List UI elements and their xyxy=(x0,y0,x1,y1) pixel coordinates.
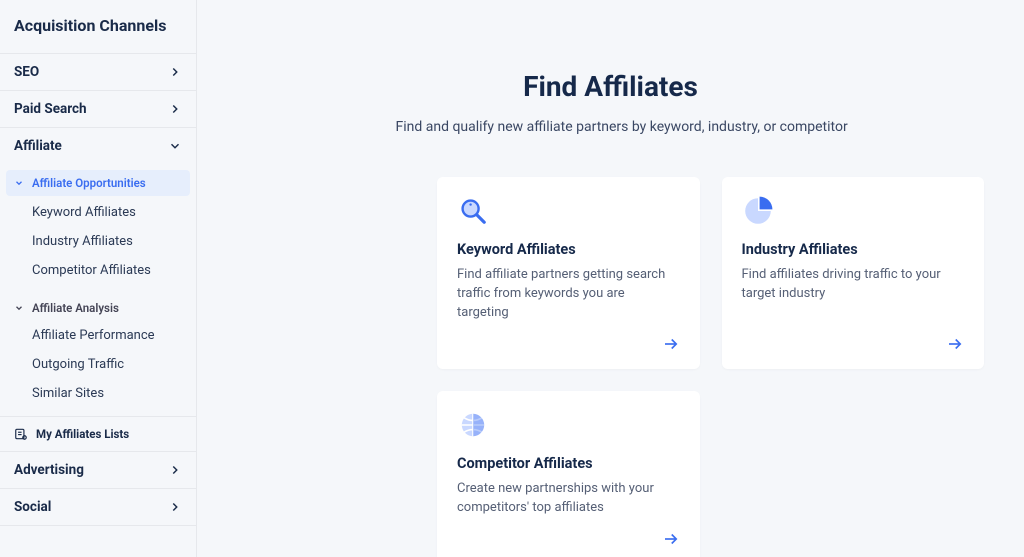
card-title: Keyword Affiliates xyxy=(457,241,680,258)
card-title: Industry Affiliates xyxy=(742,241,965,258)
subnav-link-industry-affiliates[interactable]: Industry Affiliates xyxy=(0,227,196,256)
card-keyword-affiliates[interactable]: Keyword Affiliates Find affiliate partne… xyxy=(437,177,700,369)
sidebar-title: Acquisition Channels xyxy=(0,10,196,53)
chevron-down-icon xyxy=(14,303,24,313)
card-desc: Create new partnerships with your compet… xyxy=(457,480,680,518)
card-industry-affiliates[interactable]: Industry Affiliates Find affiliates driv… xyxy=(722,177,985,369)
subnav-link-similar-sites[interactable]: Similar Sites xyxy=(0,379,196,408)
chevron-right-icon xyxy=(168,463,182,477)
hero: Find Affiliates Find and qualify new aff… xyxy=(301,70,921,137)
card-desc: Find affiliates driving traffic to your … xyxy=(742,266,965,323)
sidebar-item-label: My Affiliates Lists xyxy=(36,427,129,441)
sidebar-item-label: SEO xyxy=(14,64,39,80)
page-title: Find Affiliates xyxy=(301,70,921,103)
sidebar-item-advertising[interactable]: Advertising xyxy=(0,451,196,488)
card-competitor-affiliates[interactable]: Competitor Affiliates Create new partner… xyxy=(437,391,700,557)
subnav-link-outgoing-traffic[interactable]: Outgoing Traffic xyxy=(0,350,196,379)
arrow-right-icon xyxy=(946,335,964,353)
sidebar-item-my-affiliates-lists[interactable]: My Affiliates Lists xyxy=(0,416,196,451)
globe-icon xyxy=(457,409,489,441)
subnav-link-keyword-affiliates[interactable]: Keyword Affiliates xyxy=(0,198,196,227)
search-icon xyxy=(457,195,489,227)
chevron-right-icon xyxy=(168,65,182,79)
arrow-right-icon xyxy=(662,335,680,353)
subnav-header-analysis[interactable]: Affiliate Analysis xyxy=(0,295,196,321)
affiliate-subnav: Affiliate Opportunities Keyword Affiliat… xyxy=(0,164,196,416)
card-title: Competitor Affiliates xyxy=(457,455,680,472)
sidebar-item-paid-search[interactable]: Paid Search xyxy=(0,90,196,127)
chevron-right-icon xyxy=(168,102,182,116)
list-icon xyxy=(14,427,28,441)
subnav-link-affiliate-performance[interactable]: Affiliate Performance xyxy=(0,321,196,350)
chevron-right-icon xyxy=(168,500,182,514)
sidebar: Acquisition Channels SEO Paid Search Aff… xyxy=(0,0,197,557)
subnav-header-opportunities[interactable]: Affiliate Opportunities xyxy=(6,170,190,196)
page-subtitle: Find and qualify new affiliate partners … xyxy=(396,117,921,137)
subnav-link-competitor-affiliates[interactable]: Competitor Affiliates xyxy=(0,256,196,285)
sidebar-item-label: Social xyxy=(14,499,51,515)
sidebar-item-label: Affiliate xyxy=(14,138,62,154)
subnav-header-label: Affiliate Opportunities xyxy=(32,176,146,190)
card-desc: Find affiliate partners getting search t… xyxy=(457,266,680,323)
sidebar-item-label: Paid Search xyxy=(14,101,87,117)
main-content: Find Affiliates Find and qualify new aff… xyxy=(197,0,1024,557)
cards-grid: Keyword Affiliates Find affiliate partne… xyxy=(437,177,984,557)
pie-chart-icon xyxy=(742,195,774,227)
sidebar-item-social[interactable]: Social xyxy=(0,488,196,526)
chevron-down-icon xyxy=(14,178,24,188)
sidebar-item-affiliate[interactable]: Affiliate xyxy=(0,127,196,164)
chevron-down-icon xyxy=(168,139,182,153)
subnav-header-label: Affiliate Analysis xyxy=(32,301,119,315)
sidebar-item-label: Advertising xyxy=(14,462,84,478)
sidebar-item-seo[interactable]: SEO xyxy=(0,53,196,90)
arrow-right-icon xyxy=(662,530,680,548)
